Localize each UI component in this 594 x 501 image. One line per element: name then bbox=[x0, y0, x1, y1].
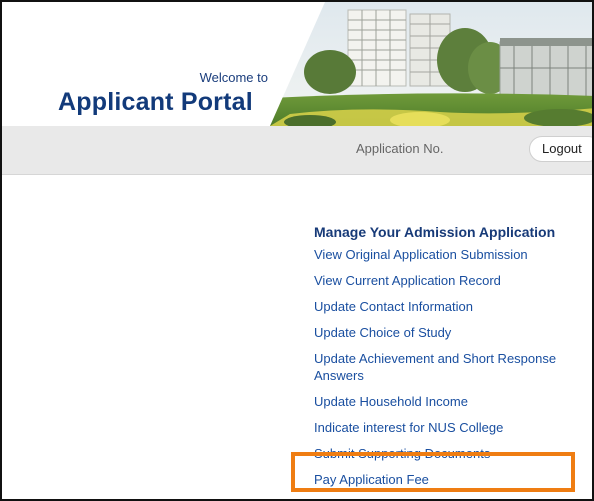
welcome-text: Welcome to bbox=[199, 70, 268, 85]
link-submit-supporting-documents[interactable]: Submit Supporting Documents bbox=[314, 445, 584, 462]
link-pay-application-fee[interactable]: Pay Application Fee bbox=[314, 471, 584, 488]
portal-window: Welcome to Applicant Portal Application … bbox=[0, 0, 594, 501]
admission-menu: Manage Your Admission Application View O… bbox=[314, 224, 584, 497]
link-update-household-income[interactable]: Update Household Income bbox=[314, 393, 584, 410]
campus-photo bbox=[270, 2, 592, 126]
link-indicate-interest-nus-college[interactable]: Indicate interest for NUS College bbox=[314, 419, 584, 436]
application-number-label: Application No. bbox=[356, 141, 444, 156]
header: Welcome to Applicant Portal bbox=[2, 2, 592, 126]
logout-button[interactable]: Logout bbox=[529, 136, 592, 162]
menu-list: View Original Application Submission Vie… bbox=[314, 246, 584, 488]
link-update-contact-information[interactable]: Update Contact Information bbox=[314, 298, 584, 315]
link-view-original-application[interactable]: View Original Application Submission bbox=[314, 246, 584, 263]
portal-title: Applicant Portal bbox=[58, 88, 253, 116]
link-update-choice-of-study[interactable]: Update Choice of Study bbox=[314, 324, 584, 341]
account-bar: Application No. Logout bbox=[2, 126, 592, 175]
menu-heading: Manage Your Admission Application bbox=[314, 224, 556, 240]
link-view-current-application-record[interactable]: View Current Application Record bbox=[314, 272, 584, 289]
link-update-achievement-answers[interactable]: Update Achievement and Short Response An… bbox=[314, 350, 584, 384]
